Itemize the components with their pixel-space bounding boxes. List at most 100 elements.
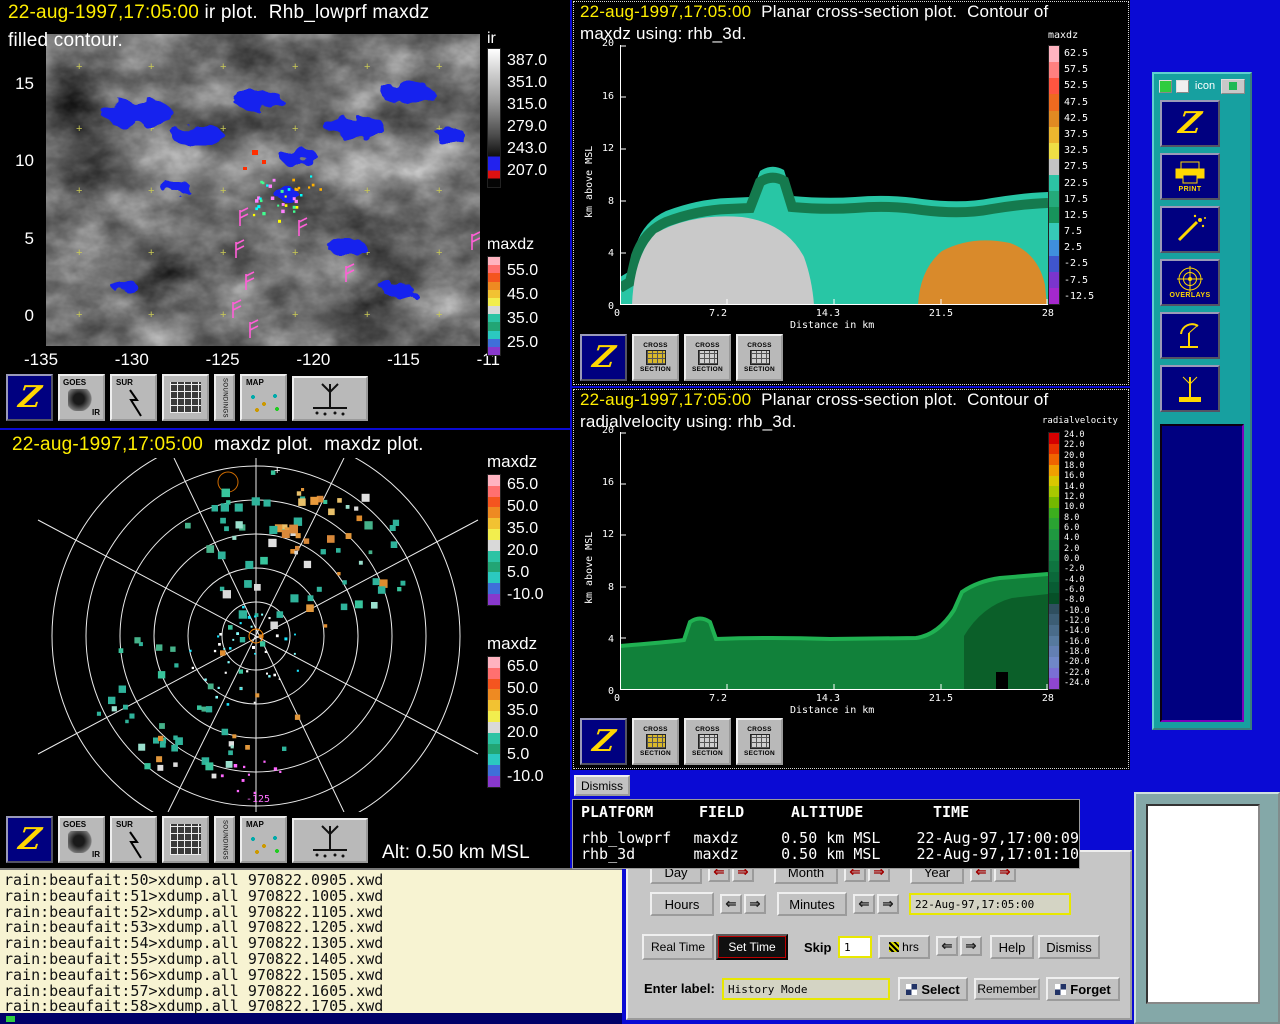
tick-label: 243.0: [507, 140, 547, 158]
forget-button[interactable]: Forget: [1046, 977, 1120, 1001]
soundings-button[interactable]: SOUNDINGS: [214, 374, 235, 421]
cross-section-button-2[interactable]: CROSSSECTION: [684, 718, 731, 765]
y-axis-ticks: 201612840: [598, 425, 614, 697]
cross-section-velocity-window: 22-aug-1997,17:05:00 Planar cross-sectio…: [572, 388, 1130, 770]
tick-label: 35.0: [507, 310, 538, 328]
tick-label: -130: [115, 350, 149, 370]
x-axis-label: Distance in km: [790, 705, 874, 716]
window-menu-button[interactable]: [1159, 80, 1172, 93]
select-button[interactable]: Select: [898, 977, 968, 1001]
skip-units-button[interactable]: hrs: [878, 935, 930, 959]
map-button[interactable]: MAP: [240, 816, 287, 863]
tick-label: 7.2: [709, 693, 727, 704]
satellite-map[interactable]: ++++++++++++++++++++++++++++++: [46, 34, 480, 346]
cross-section-button-2[interactable]: CROSSSECTION: [684, 334, 731, 381]
print-button[interactable]: PRINT: [1160, 153, 1220, 200]
altitude-cell: 0.50 km MSL: [781, 846, 916, 862]
goes-ir-button[interactable]: GOES IR: [58, 374, 105, 421]
grid-button[interactable]: [162, 374, 209, 421]
surface-button[interactable]: SUR: [110, 816, 157, 863]
tick-label: 24.0: [1064, 430, 1090, 440]
svg-text:+: +: [148, 247, 154, 259]
zebra-logo-button[interactable]: Z: [6, 374, 53, 421]
tick-label: 0: [614, 308, 620, 319]
remember-button[interactable]: Remember: [974, 978, 1040, 1000]
dismiss-button[interactable]: Dismiss: [1038, 935, 1100, 959]
grid-icon: [170, 824, 201, 855]
hours-decrement-button[interactable]: [720, 894, 742, 914]
ir-plot-window: 22-aug-1997,17:05:00 ir plot. Rhb_lowprf…: [0, 0, 570, 428]
table-row: rhb_lowprfmaxdz0.50 km MSL22-Aug-97,17:0…: [573, 830, 1079, 846]
cross-section-maxdz-window: 22-aug-1997,17:05:00 Planar cross-sectio…: [572, 0, 1130, 386]
datetime-field[interactable]: [909, 893, 1071, 915]
tick-label: 22.5: [1064, 178, 1094, 189]
tick-label: 4: [598, 248, 614, 259]
zebra-z-icon: Z: [590, 724, 617, 759]
svg-text:+: +: [220, 185, 226, 197]
station-button[interactable]: [292, 818, 368, 863]
field-cell: maxdz: [693, 846, 781, 862]
real-time-button[interactable]: Real Time: [642, 934, 714, 960]
zebra-z-icon: Z: [1177, 106, 1204, 141]
units-icon: [889, 942, 899, 952]
minutes-button[interactable]: Minutes: [777, 892, 847, 916]
skip-field[interactable]: [838, 936, 872, 958]
tick-label: 12.0: [1064, 492, 1090, 502]
zebra-logo-button[interactable]: Z: [6, 816, 53, 863]
tick-label: 0: [598, 686, 614, 697]
annotate-button[interactable]: [1160, 206, 1220, 253]
tick-label: 32.5: [1064, 145, 1094, 156]
terminal-window[interactable]: rain:beaufait:50>xdump.all 970822.0905.x…: [0, 868, 622, 1013]
overlays-button[interactable]: OVERLAYS: [1160, 259, 1220, 306]
set-time-button[interactable]: Set Time: [716, 934, 788, 960]
soundings-button[interactable]: SOUNDINGS: [214, 816, 235, 863]
tick-label: 20.0: [507, 542, 543, 560]
cross-section-plot[interactable]: [620, 432, 1048, 690]
colorbar-ticks: 24.022.020.018.016.014.012.010.08.06.04.…: [1064, 430, 1090, 688]
ppi-display[interactable]: +: [4, 458, 482, 812]
y-axis-ticks: 201612840: [598, 38, 614, 312]
svg-text:+: +: [292, 123, 298, 135]
grid-button[interactable]: [162, 816, 209, 863]
tick-label: 8: [598, 582, 614, 593]
window-button[interactable]: [1176, 80, 1189, 93]
station-button[interactable]: [292, 376, 368, 421]
cross-section-button-1[interactable]: CROSSSECTION: [632, 718, 679, 765]
cross-section-button-1[interactable]: CROSSSECTION: [632, 334, 679, 381]
cross-section-button-3[interactable]: CROSSSECTION: [736, 718, 783, 765]
tick-label: 5: [8, 229, 34, 249]
minutes-decrement-button[interactable]: [853, 894, 875, 914]
title-text: ir plot. Rhb_lowprf maxdz: [199, 2, 429, 23]
tick-label: 0.0: [1064, 554, 1090, 564]
cross-section-plot[interactable]: [620, 45, 1048, 305]
help-button[interactable]: Help: [990, 935, 1034, 959]
zebra-logo-button[interactable]: Z: [580, 718, 627, 765]
skip-decrement-button[interactable]: [936, 936, 958, 956]
icon-window-body: Z PRINT OVERLAYS: [1156, 96, 1248, 726]
tick-label: 15: [8, 74, 34, 94]
zebra-logo-button[interactable]: Z: [580, 334, 627, 381]
tick-label: 16: [598, 91, 614, 102]
map-button[interactable]: MAP: [240, 374, 287, 421]
hours-increment-button[interactable]: [744, 894, 766, 914]
cross-section-button-3[interactable]: CROSSSECTION: [736, 334, 783, 381]
surface-button[interactable]: SUR: [110, 374, 157, 421]
iconify-icon: [1229, 82, 1237, 90]
minutes-increment-button[interactable]: [877, 894, 899, 914]
label-field[interactable]: [722, 978, 890, 1000]
skip-increment-button[interactable]: [960, 936, 982, 956]
station-button[interactable]: [1160, 365, 1220, 412]
goes-label: GOES: [63, 378, 86, 387]
window-iconify-button[interactable]: [1221, 79, 1245, 94]
icon-window-titlebar[interactable]: icon: [1156, 76, 1248, 96]
zebra-logo-button[interactable]: Z: [1160, 100, 1220, 147]
dismiss-button[interactable]: Dismiss: [574, 775, 630, 796]
hours-button[interactable]: Hours: [650, 892, 714, 916]
radar-button[interactable]: [1160, 312, 1220, 359]
tick-label: 279.0: [507, 118, 547, 136]
goes-ir-button[interactable]: GOES IR: [58, 816, 105, 863]
tick-label: -24.0: [1064, 678, 1090, 688]
altitude-label: Alt: 0.50 km MSL: [382, 842, 530, 864]
partial-window[interactable]: [1134, 792, 1280, 1024]
tick-label: 14.3: [816, 693, 840, 704]
